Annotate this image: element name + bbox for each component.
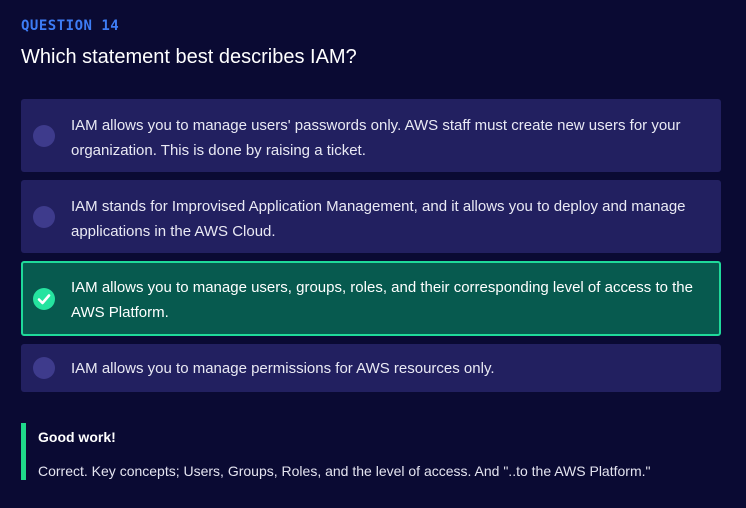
question-number: QUESTION 14	[21, 18, 120, 34]
question-title: Which statement best describes IAM?	[21, 46, 357, 68]
radio-circle-icon[interactable]	[33, 124, 55, 147]
answer-option-2[interactable]: IAM stands for Improvised Application Ma…	[21, 180, 721, 253]
feedback-panel: Good work! Correct. Key concepts; Users,…	[21, 423, 721, 480]
feedback-title: Good work!	[38, 429, 116, 445]
answer-option-text: IAM allows you to manage users, groups, …	[71, 279, 693, 321]
answer-option-text: IAM allows you to manage users' password…	[71, 117, 681, 159]
answer-option-4[interactable]: IAM allows you to manage permissions for…	[21, 344, 721, 392]
answer-option-1[interactable]: IAM allows you to manage users' password…	[21, 99, 721, 172]
check-circle-icon[interactable]	[33, 287, 55, 310]
answer-options: IAM allows you to manage users' password…	[21, 99, 721, 400]
radio-circle-icon[interactable]	[33, 357, 55, 379]
answer-option-text: IAM stands for Improvised Application Ma…	[71, 198, 686, 240]
feedback-text: Correct. Key concepts; Users, Groups, Ro…	[38, 463, 651, 479]
answer-option-text: IAM allows you to manage permissions for…	[71, 360, 495, 377]
answer-option-3[interactable]: IAM allows you to manage users, groups, …	[21, 261, 721, 336]
radio-circle-icon[interactable]	[33, 205, 55, 228]
